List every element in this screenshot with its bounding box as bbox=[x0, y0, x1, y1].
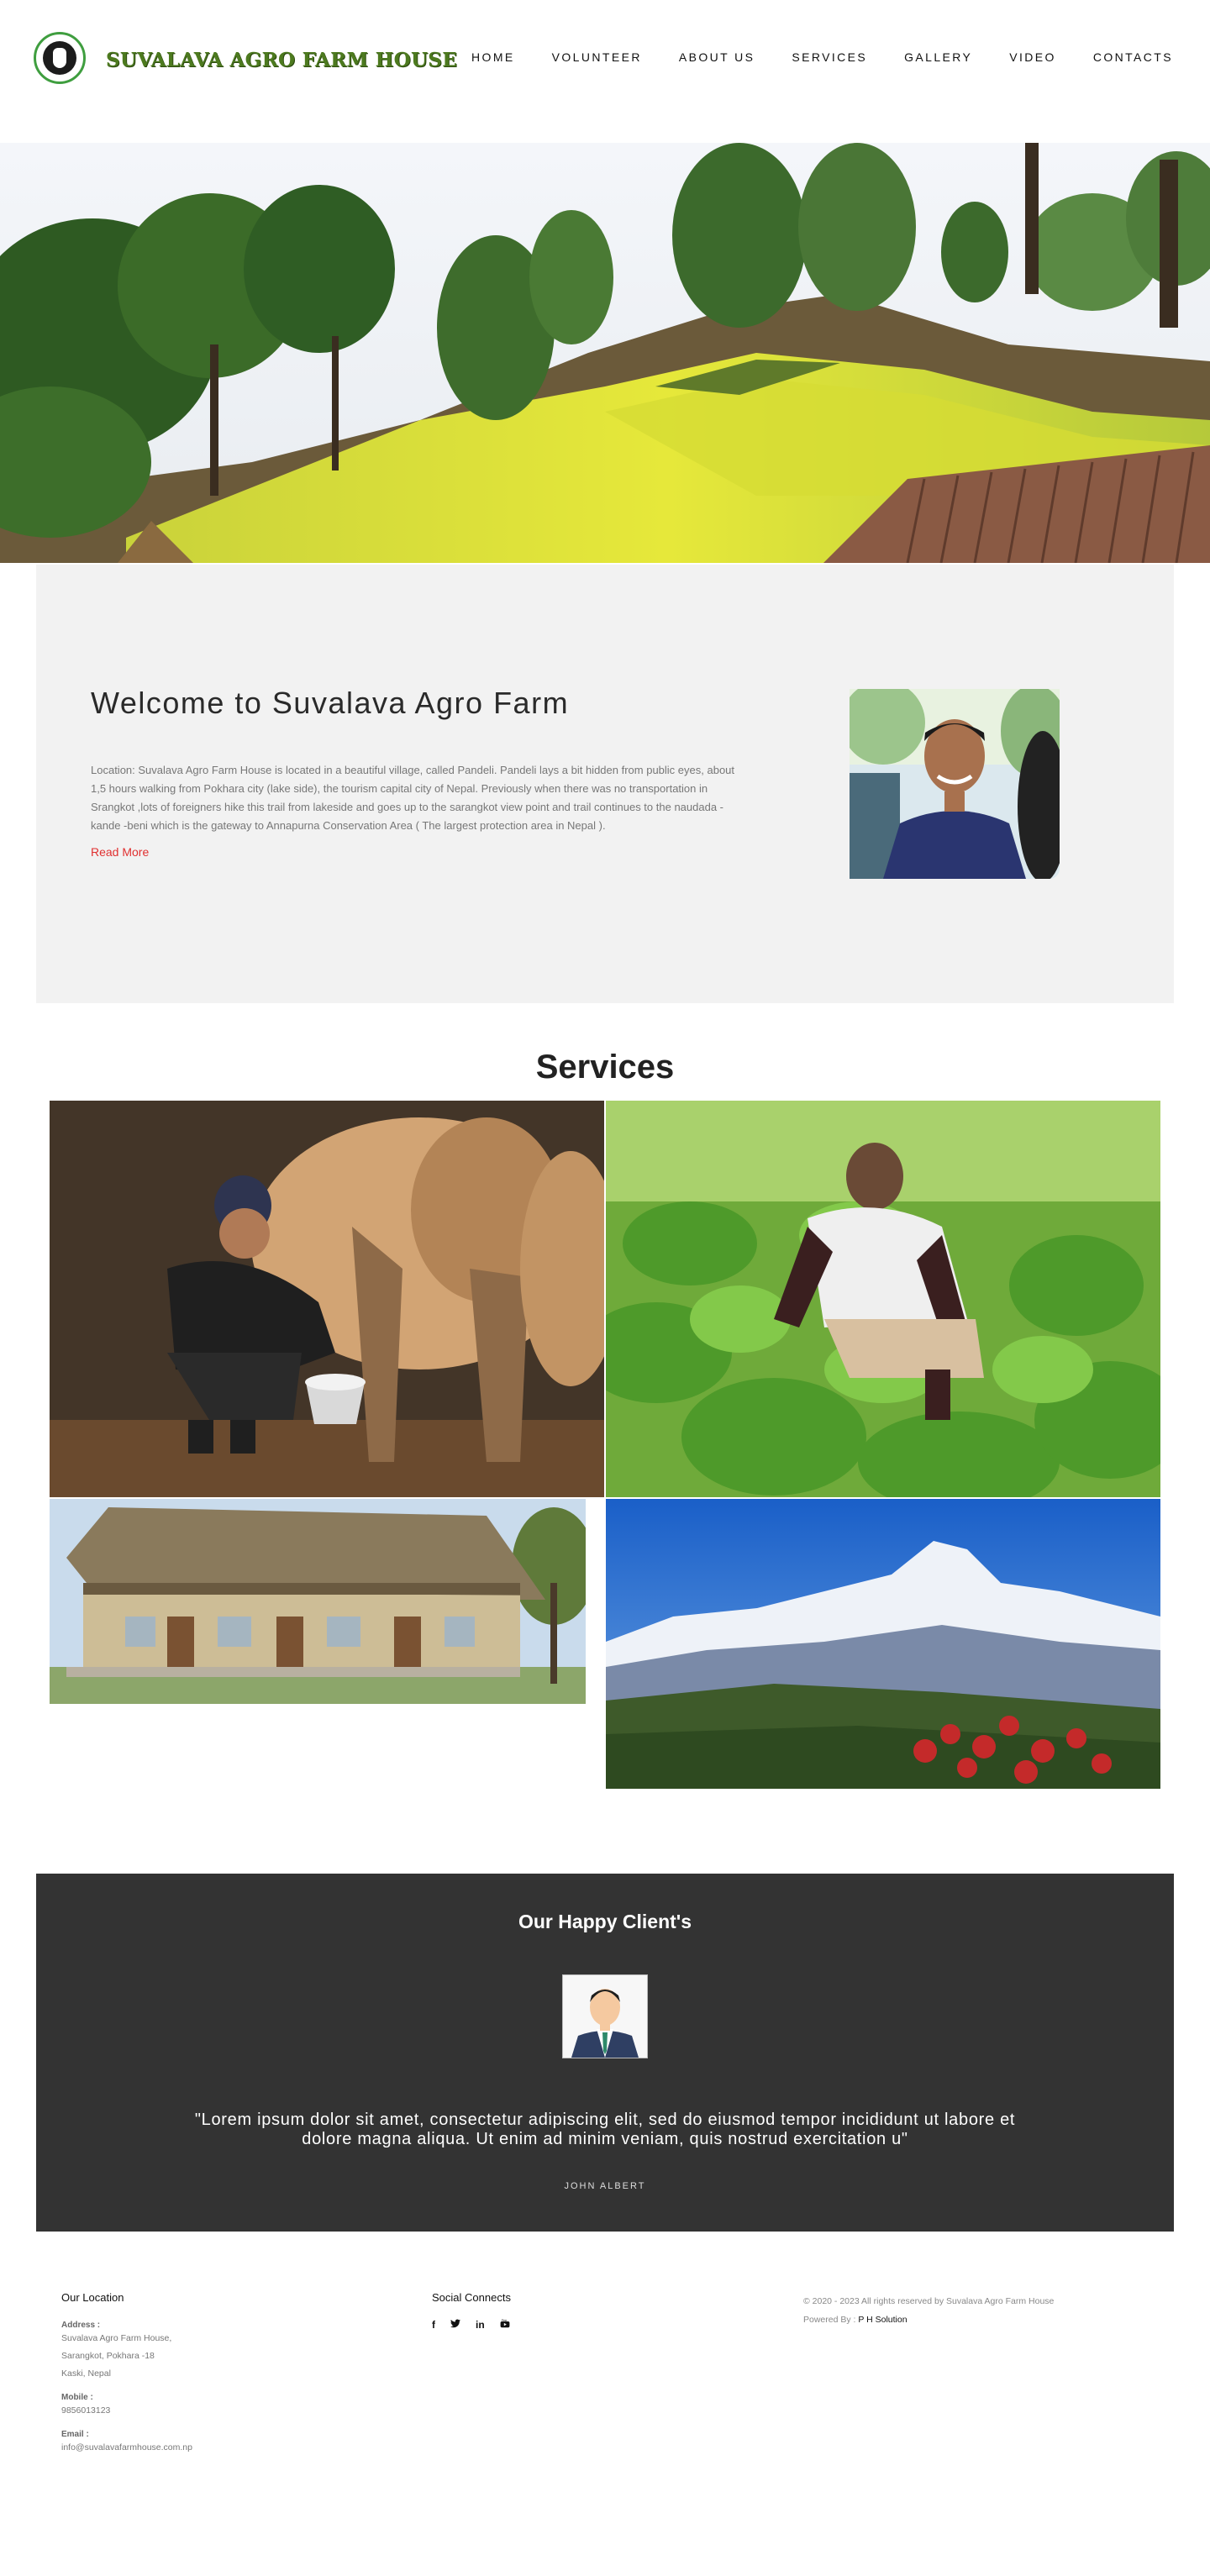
service-image-vegetable-farming[interactable] bbox=[606, 1101, 1160, 1497]
nav-gallery[interactable]: GALLERY bbox=[904, 50, 972, 64]
welcome-title: Welcome to Suvalava Agro Farm bbox=[91, 686, 570, 720]
client-name: JOHN ALBERT bbox=[564, 2181, 646, 2191]
welcome-description: Location: Suvalava Agro Farm House is lo… bbox=[91, 764, 735, 832]
nav-video[interactable]: VIDEO bbox=[1009, 50, 1056, 64]
powered-by-label: Powered By : bbox=[803, 2315, 856, 2325]
nav-services[interactable]: SERVICES bbox=[792, 50, 867, 64]
social-heading: Social Connects bbox=[432, 2291, 511, 2304]
welcome-section: Welcome to Suvalava Agro Farm Location: … bbox=[36, 565, 1174, 1003]
testimonials-title: Our Happy Client's bbox=[518, 1911, 692, 1932]
email-address[interactable]: info@suvalavafarmhouse.com.np bbox=[61, 2439, 192, 2457]
service-image-mountain-view[interactable] bbox=[606, 1499, 1160, 1789]
hero-banner-image bbox=[0, 143, 1210, 563]
site-header: SUVALAVA AGRO FARM HOUSE HOME VOLUNTEER … bbox=[0, 0, 1210, 143]
read-more-link[interactable]: Read More bbox=[91, 845, 149, 859]
powered-by-link[interactable]: P H Solution bbox=[858, 2315, 907, 2325]
nav-contacts[interactable]: CONTACTS bbox=[1093, 50, 1173, 64]
testimonials-section: Our Happy Client's "Lorem ipsum dolor si… bbox=[36, 1874, 1174, 2232]
service-image-farm-house[interactable] bbox=[50, 1499, 586, 1704]
nav-volunteer[interactable]: VOLUNTEER bbox=[552, 50, 642, 64]
main-nav: HOME VOLUNTEER ABOUT US SERVICES GALLERY… bbox=[434, 50, 1173, 64]
owner-photo bbox=[850, 689, 1060, 879]
copyright-text: © 2020 - 2023 All rights reserved by Suv… bbox=[803, 2296, 1055, 2306]
address-line-1: Suvalava Agro Farm House, bbox=[61, 2333, 172, 2343]
address-line-2: Sarangkot, Pokhara -18 bbox=[61, 2351, 155, 2361]
footer-location: Our Location Address : Suvalava Agro Far… bbox=[61, 2291, 192, 2457]
mobile-number[interactable]: 9856013123 bbox=[61, 2402, 192, 2420]
email-label: Email : bbox=[61, 2430, 89, 2439]
footer-social: Social Connects f in You bbox=[432, 2291, 511, 2332]
social-icons: f in You bbox=[432, 2318, 511, 2332]
services-title: Services bbox=[535, 1049, 675, 1086]
farm-logo[interactable] bbox=[34, 32, 86, 84]
location-heading: Our Location bbox=[61, 2291, 124, 2304]
youtube-icon[interactable]: You bbox=[500, 2318, 510, 2332]
twitter-icon[interactable] bbox=[450, 2319, 460, 2332]
nav-about-us[interactable]: ABOUT US bbox=[679, 50, 755, 64]
service-image-milking[interactable] bbox=[50, 1101, 604, 1497]
address-line-3: Kaski, Nepal bbox=[61, 2368, 111, 2379]
testimonial-quote: "Lorem ipsum dolor sit amet, consectetur… bbox=[194, 2111, 1016, 2148]
footer-copyright: © 2020 - 2023 All rights reserved by Suv… bbox=[803, 2292, 1054, 2329]
nav-home[interactable]: HOME bbox=[471, 50, 515, 64]
powered-by: Powered By : P H Solution bbox=[803, 2311, 1054, 2329]
facebook-icon[interactable]: f bbox=[432, 2319, 435, 2332]
mobile-label: Mobile : bbox=[61, 2393, 93, 2402]
linkedin-icon[interactable]: in bbox=[476, 2319, 485, 2332]
client-avatar bbox=[562, 1974, 648, 2058]
address-label: Address : bbox=[61, 2321, 101, 2330]
brand-name[interactable]: SUVALAVA AGRO FARM HOUSE bbox=[106, 49, 457, 71]
svg-text:You: You bbox=[500, 2319, 506, 2321]
